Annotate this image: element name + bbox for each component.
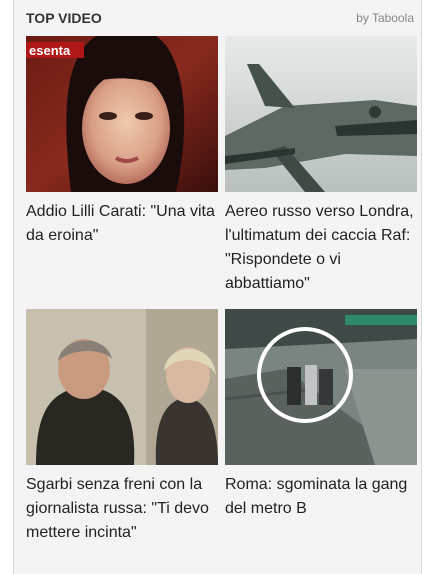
thumbnail-overlay-text: esenta bbox=[29, 43, 71, 58]
video-caption[interactable]: Addio Lilli Carati: "Una vita da eroina" bbox=[26, 200, 218, 248]
video-caption[interactable]: Sgarbi senza freni con la giornalista ru… bbox=[26, 473, 218, 545]
video-thumbnail[interactable]: esenta bbox=[26, 36, 218, 192]
taboola-attribution-link[interactable]: by Taboola bbox=[356, 11, 414, 25]
video-card-lilli-carati[interactable]: esenta Addio Lilli Carati: "Una vita da … bbox=[26, 36, 218, 248]
video-thumbnail[interactable] bbox=[225, 309, 417, 465]
video-card-sgarbi[interactable]: Sgarbi senza freni con la giornalista ru… bbox=[26, 309, 218, 545]
video-thumbnail[interactable] bbox=[225, 36, 417, 192]
video-card-aereo-russo[interactable]: Aereo russo verso Londra, l'ultimatum de… bbox=[225, 36, 417, 296]
widget-header: TOP VIDEO by Taboola bbox=[26, 10, 414, 30]
video-caption[interactable]: Aereo russo verso Londra, l'ultimatum de… bbox=[225, 200, 417, 296]
taboola-widget: TOP VIDEO by Taboola esenta Addio Lilli … bbox=[13, 0, 422, 574]
video-thumbnail[interactable] bbox=[26, 309, 218, 465]
video-card-roma-metro[interactable]: Roma: sgominata la gang del metro B bbox=[225, 309, 417, 521]
widget-title: TOP VIDEO bbox=[26, 10, 102, 26]
video-caption[interactable]: Roma: sgominata la gang del metro B bbox=[225, 473, 417, 521]
